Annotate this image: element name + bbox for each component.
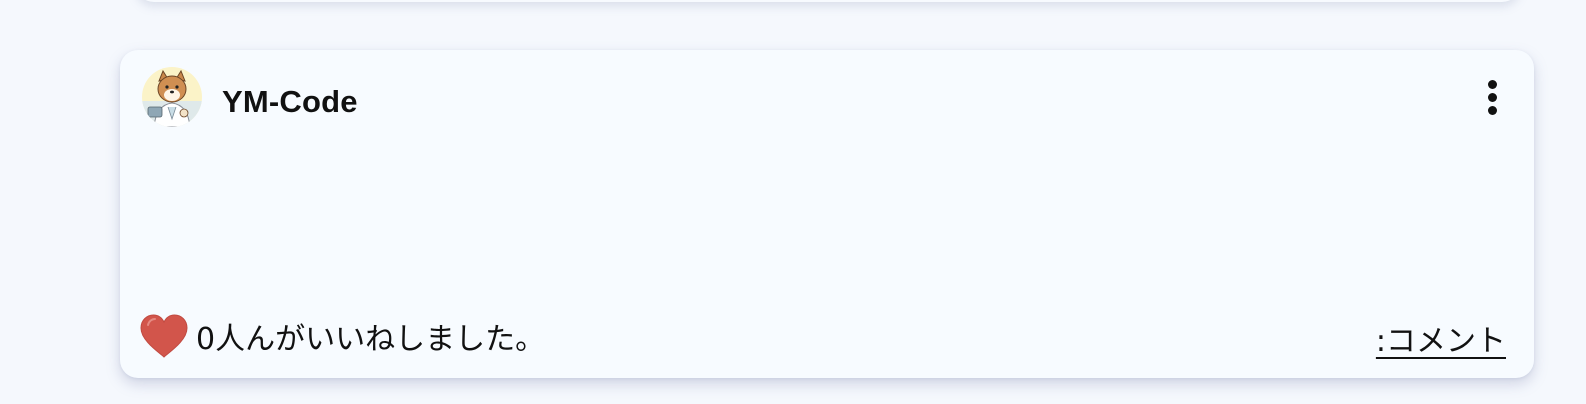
heart-icon[interactable]: [138, 313, 190, 359]
like-count-text: 0人んがいいねしました。: [196, 322, 546, 357]
shiba-dog-avatar-icon: [142, 67, 202, 127]
like-summary: 0人んがいいねしました。: [138, 312, 545, 360]
more-options-button[interactable]: [1480, 78, 1506, 118]
comment-link[interactable]: :コメント: [1376, 316, 1506, 360]
author-name[interactable]: YM-Code: [222, 84, 358, 120]
post-card: YM-Code 0人んがいいねしました。 :コメント: [120, 50, 1534, 378]
previous-post-card: [136, 0, 1520, 2]
avatar[interactable]: [142, 67, 202, 127]
